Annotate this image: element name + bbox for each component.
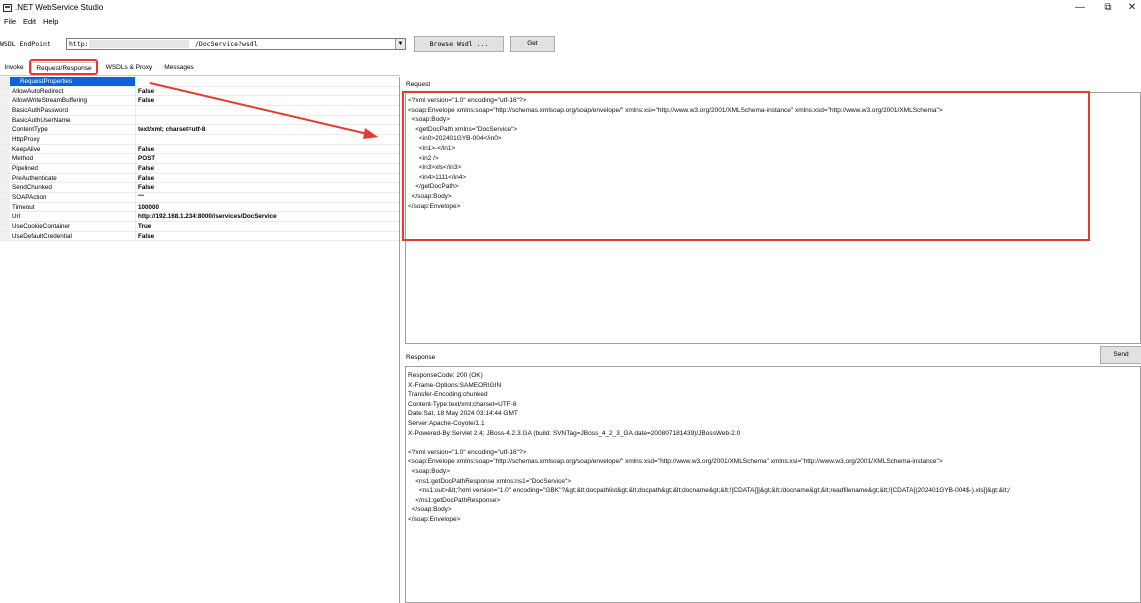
row-margin [0,231,10,241]
row-margin [0,105,10,115]
property-name: BasicAuthUserName [12,115,136,125]
property-name: UseDefaultCredential [12,231,136,241]
row-margin [0,183,10,192]
property-value[interactable]: False [138,87,398,96]
row-margin [0,163,10,173]
property-value[interactable]: False [138,174,398,183]
menu-file[interactable]: File [4,17,16,26]
row-margin [0,96,10,105]
property-name: Method [12,154,136,163]
tab-messages[interactable]: Messages [160,62,198,75]
property-row[interactable]: HttpProxy [0,134,399,145]
property-row[interactable]: Pipelined False [0,163,399,174]
row-margin [0,202,10,212]
row-margin [0,125,10,134]
window-title: .NET WebService Studio [15,3,104,12]
endpoint-value-suffix: /DocService?wsdl [195,40,258,48]
endpoint-redacted-region [89,40,189,48]
property-row[interactable]: Method POST [0,154,399,164]
property-value[interactable]: 100000 [138,203,398,212]
row-margin [0,221,10,231]
row-margin [0,86,10,96]
property-name: AllowAutoRedirect [12,86,136,96]
annotation-tab-highlight [29,59,98,75]
property-name: Pipelined [12,163,136,173]
row-margin [0,192,10,202]
property-grid: RequestProperties AllowAutoRedirect False A… [0,77,400,603]
property-value[interactable] [138,106,398,115]
response-label: Response [406,354,436,361]
response-body: ResponseCode: 200 (OK) X-Frame-Options:S… [408,372,1010,523]
app-icon [3,4,12,12]
annotation-request-highlight [402,91,1090,241]
property-value[interactable]: False [138,96,398,105]
property-value[interactable]: False [138,145,398,154]
property-row[interactable]: UseCookieContainer True [0,221,399,232]
property-name: ContentType [12,125,136,134]
property-name: BasicAuthPassword [12,105,136,115]
property-value[interactable] [138,116,398,125]
get-button[interactable]: Get [510,36,555,52]
chevron-down-icon[interactable]: ▼ [395,39,405,49]
property-row[interactable]: AllowAutoRedirect False [0,86,399,97]
menu-edit[interactable]: Edit [23,17,36,26]
property-row[interactable]: KeepAlive False [0,144,399,155]
property-row[interactable]: SendChunked False [0,183,399,193]
property-name: Url [12,212,136,221]
property-name: UseCookieContainer [12,221,136,231]
row-margin [0,173,10,183]
property-row[interactable]: ContentType text/xml; charset=utf-8 [0,125,399,135]
tab-divider [0,75,400,76]
property-row[interactable]: Url http://192.168.1.234:8000//services/D… [0,212,399,222]
row-margin [0,144,10,154]
send-button[interactable]: Send [1100,346,1141,364]
row-margin [0,77,10,86]
tab-invoke[interactable]: Invoke [1,62,27,75]
browse-wsdl-button[interactable]: Browse Wsdl ... [414,36,504,52]
row-margin [0,134,10,144]
row-margin [0,115,10,125]
property-name: SendChunked [12,183,136,192]
property-value[interactable] [138,77,398,86]
property-name: Timeout [12,202,136,212]
menu-help[interactable]: Help [43,17,58,26]
property-value[interactable] [138,135,398,144]
property-row[interactable]: UseDefaultCredential False [0,231,399,242]
property-name: PreAuthenticate [12,173,136,183]
property-value[interactable]: "" [138,193,398,202]
property-value[interactable]: False [138,164,398,173]
property-value[interactable]: http://192.168.1.234:8000//services/DocS… [138,212,398,221]
property-row[interactable]: RequestProperties [0,77,399,87]
close-button[interactable]: ✕ [1118,2,1141,14]
property-value[interactable]: False [138,183,398,192]
property-value[interactable]: True [138,222,398,231]
endpoint-label: WSDL EndPoint [0,40,51,48]
minimize-button[interactable]: — [1066,2,1094,14]
menu-bar: File Edit Help [0,16,1141,28]
property-row[interactable]: BasicAuthUserName [0,115,399,126]
property-name: HttpProxy [12,134,136,144]
property-row[interactable]: AllowWriteStreamBuffering False [0,96,399,106]
endpoint-combo[interactable]: http:/ /DocService?wsdl ▼ [66,38,406,50]
property-row[interactable]: BasicAuthPassword [0,105,399,116]
property-row[interactable]: Timeout 100000 [0,202,399,213]
property-name: SOAPAction [12,192,136,202]
property-row[interactable]: PreAuthenticate False [0,173,399,184]
property-value[interactable]: False [138,232,398,241]
property-name: RequestProperties [10,77,136,86]
property-row[interactable]: SOAPAction "" [0,192,399,203]
tab-wsdls-proxy[interactable]: WSDLs & Proxy [102,62,156,75]
request-label: Request [406,81,431,88]
row-margin [0,212,10,221]
property-rows: RequestProperties AllowAutoRedirect False A… [0,77,399,242]
property-name: AllowWriteStreamBuffering [12,96,136,105]
title-bar: .NET WebService Studio — ⧉ ✕ [0,0,1141,16]
response-textarea[interactable]: ResponseCode: 200 (OK) X-Frame-Options:S… [405,366,1141,603]
row-margin [0,154,10,163]
property-value[interactable]: text/xml; charset=utf-8 [138,125,398,134]
property-name: KeepAlive [12,144,136,154]
property-value[interactable]: POST [138,154,398,163]
